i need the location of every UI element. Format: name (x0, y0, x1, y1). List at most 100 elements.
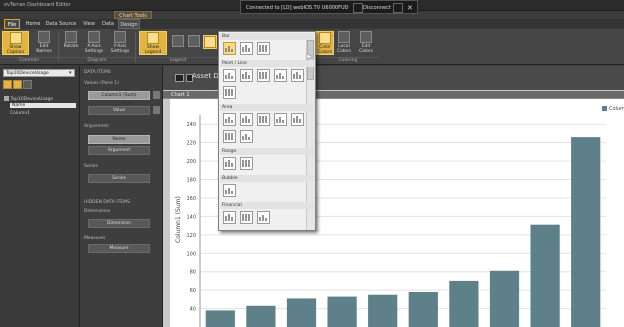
tree-root-label: Top10DeviceUsage (10, 97, 54, 102)
legend-label: Column1 (609, 106, 624, 112)
stacked-spline-area-icon[interactable] (223, 130, 236, 143)
spline-icon[interactable] (223, 86, 236, 99)
legend-position-top-right-button[interactable] (203, 35, 217, 49)
x-axis-settings-button[interactable]: X-Axis Settings (82, 31, 106, 55)
tab-home[interactable]: Home (24, 19, 42, 29)
color-colors-icon (319, 32, 331, 44)
stacked-line-icon[interactable] (257, 69, 270, 82)
ribbon-group-coloring: Coloring (316, 57, 380, 64)
gallery-glyph (242, 214, 250, 221)
full-stacked-area-icon[interactable] (257, 113, 270, 126)
arguments-drop-well[interactable]: Argument (88, 146, 150, 155)
tab-data[interactable]: Data (100, 19, 116, 29)
y-tick-label: 40 (190, 307, 196, 313)
app-window: ovTerran Dashboard Editor Connected to [… (0, 0, 624, 327)
chevron-down-icon[interactable]: ▾ (69, 70, 72, 76)
stacked-area-icon[interactable] (240, 113, 253, 126)
show-legend-label: Show Legend (144, 45, 162, 55)
values-pill[interactable]: Column1 (Sum) (88, 91, 150, 100)
edit-colors-button[interactable]: Edit Colors (354, 31, 378, 55)
step-line-icon[interactable] (291, 69, 304, 82)
range-bar-icon[interactable] (223, 157, 236, 170)
show-caption-label: Show Caption (6, 45, 25, 55)
candlestick-icon[interactable] (240, 211, 253, 224)
y-tick-label: 160 (186, 196, 196, 202)
edit-names-button[interactable]: Edit Names (32, 31, 56, 55)
legend-swatch (602, 106, 607, 111)
color-colors-button[interactable]: Color Colors (316, 31, 334, 55)
tree-root[interactable]: Top10DeviceUsage (4, 96, 53, 102)
edit-names-icon (38, 31, 50, 43)
show-legend-button[interactable]: Show Legend (139, 31, 167, 55)
data-items-panel: DATA ITEMS Values (Pane 1) Column1 (Sum)… (80, 66, 163, 327)
legend-position-icon (204, 36, 216, 48)
bar-chart-icon[interactable] (223, 42, 236, 55)
full-stacked-bar-icon[interactable] (257, 42, 270, 55)
x-axis-label: X-Axis Settings (84, 44, 104, 54)
tree-field-name[interactable]: Name (10, 103, 76, 108)
local-colors-button[interactable]: Local Colors (335, 31, 353, 55)
tab-file[interactable]: File (4, 19, 20, 29)
measures-drop-well[interactable]: Measure (88, 244, 150, 253)
bubble-chart-icon[interactable] (223, 184, 236, 197)
gallery-glyph (293, 72, 301, 79)
gallery-section-bubble: Bubble (220, 175, 314, 182)
tree-field-column1[interactable]: Column1 (10, 111, 30, 116)
high-low-icon[interactable] (257, 211, 270, 224)
sort-icon[interactable] (13, 80, 22, 89)
refresh-icon[interactable] (23, 80, 32, 89)
data-source-select[interactable]: Top10DeviceUsage (3, 69, 75, 77)
gallery-glyph (259, 72, 267, 79)
spline-area-icon[interactable] (291, 113, 304, 126)
gallery-glyph (225, 89, 233, 96)
gallery-section-point-line: Point / Line (220, 60, 314, 67)
legend-position-top-center-button[interactable] (187, 35, 201, 49)
data-source-panel: Top10DeviceUsage ▾ Top10DeviceUsage Name… (0, 66, 80, 327)
legend-icon (147, 32, 159, 44)
arguments-pill[interactable]: Name (88, 135, 150, 144)
gallery-glyph (225, 188, 233, 194)
dimensions-drop-well[interactable]: Dimension (88, 219, 150, 228)
chart-bar (368, 294, 398, 327)
chart-bar (205, 310, 235, 327)
tab-design[interactable]: Design (118, 19, 140, 29)
caption-icon (9, 32, 22, 44)
chart-type-gallery: Bar Point / Line Area Range Bubble Finan… (218, 31, 316, 231)
gallery-glyph (225, 117, 233, 123)
tree-view-icon[interactable] (3, 80, 12, 89)
rotate-button[interactable]: Rotate (61, 31, 81, 55)
line-chart-icon[interactable] (240, 69, 253, 82)
values-drop-well[interactable]: Value (88, 106, 150, 115)
legend-position-top-left-button[interactable] (171, 35, 185, 49)
stock-chart-icon[interactable] (223, 211, 236, 224)
ribbon-tabs: File Home Data Source View Data Design (0, 19, 624, 29)
show-caption-button[interactable]: Show Caption (2, 31, 29, 55)
tab-view[interactable]: View (81, 19, 97, 29)
table-icon (4, 96, 9, 101)
bar-chart-icon[interactable] (153, 91, 160, 99)
full-stacked-spline-area-icon[interactable] (240, 130, 253, 143)
y-axis-label: Y-Axis Settings (110, 44, 130, 54)
bar-chart-icon[interactable] (153, 106, 160, 114)
point-chart-icon[interactable] (223, 69, 236, 82)
grid-icon[interactable] (393, 3, 403, 13)
gallery-glyph (242, 134, 250, 140)
area-chart-icon[interactable] (223, 113, 236, 126)
chart-bar (327, 296, 357, 327)
gallery-glyph (276, 117, 284, 123)
x-axis-icon (88, 31, 100, 43)
gallery-glyph (293, 116, 301, 123)
pin-icon[interactable]: ✕ (407, 4, 413, 12)
y-axis-settings-button[interactable]: Y-Axis Settings (108, 31, 132, 55)
stacked-bar-icon[interactable] (240, 42, 253, 55)
range-area-icon[interactable] (240, 157, 253, 170)
full-stacked-line-icon[interactable] (274, 69, 287, 82)
dimensions-label: Dimensions (84, 209, 111, 214)
tree-field-label: Column1 (10, 111, 31, 116)
gallery-section-financial: Financial (220, 202, 314, 209)
gallery-glyph (242, 45, 250, 52)
tab-data-source[interactable]: Data Source (45, 19, 77, 29)
step-area-icon[interactable] (274, 113, 287, 126)
disconnect-link[interactable]: Disconnect (363, 5, 391, 11)
series-drop-well[interactable]: Series (88, 174, 150, 183)
